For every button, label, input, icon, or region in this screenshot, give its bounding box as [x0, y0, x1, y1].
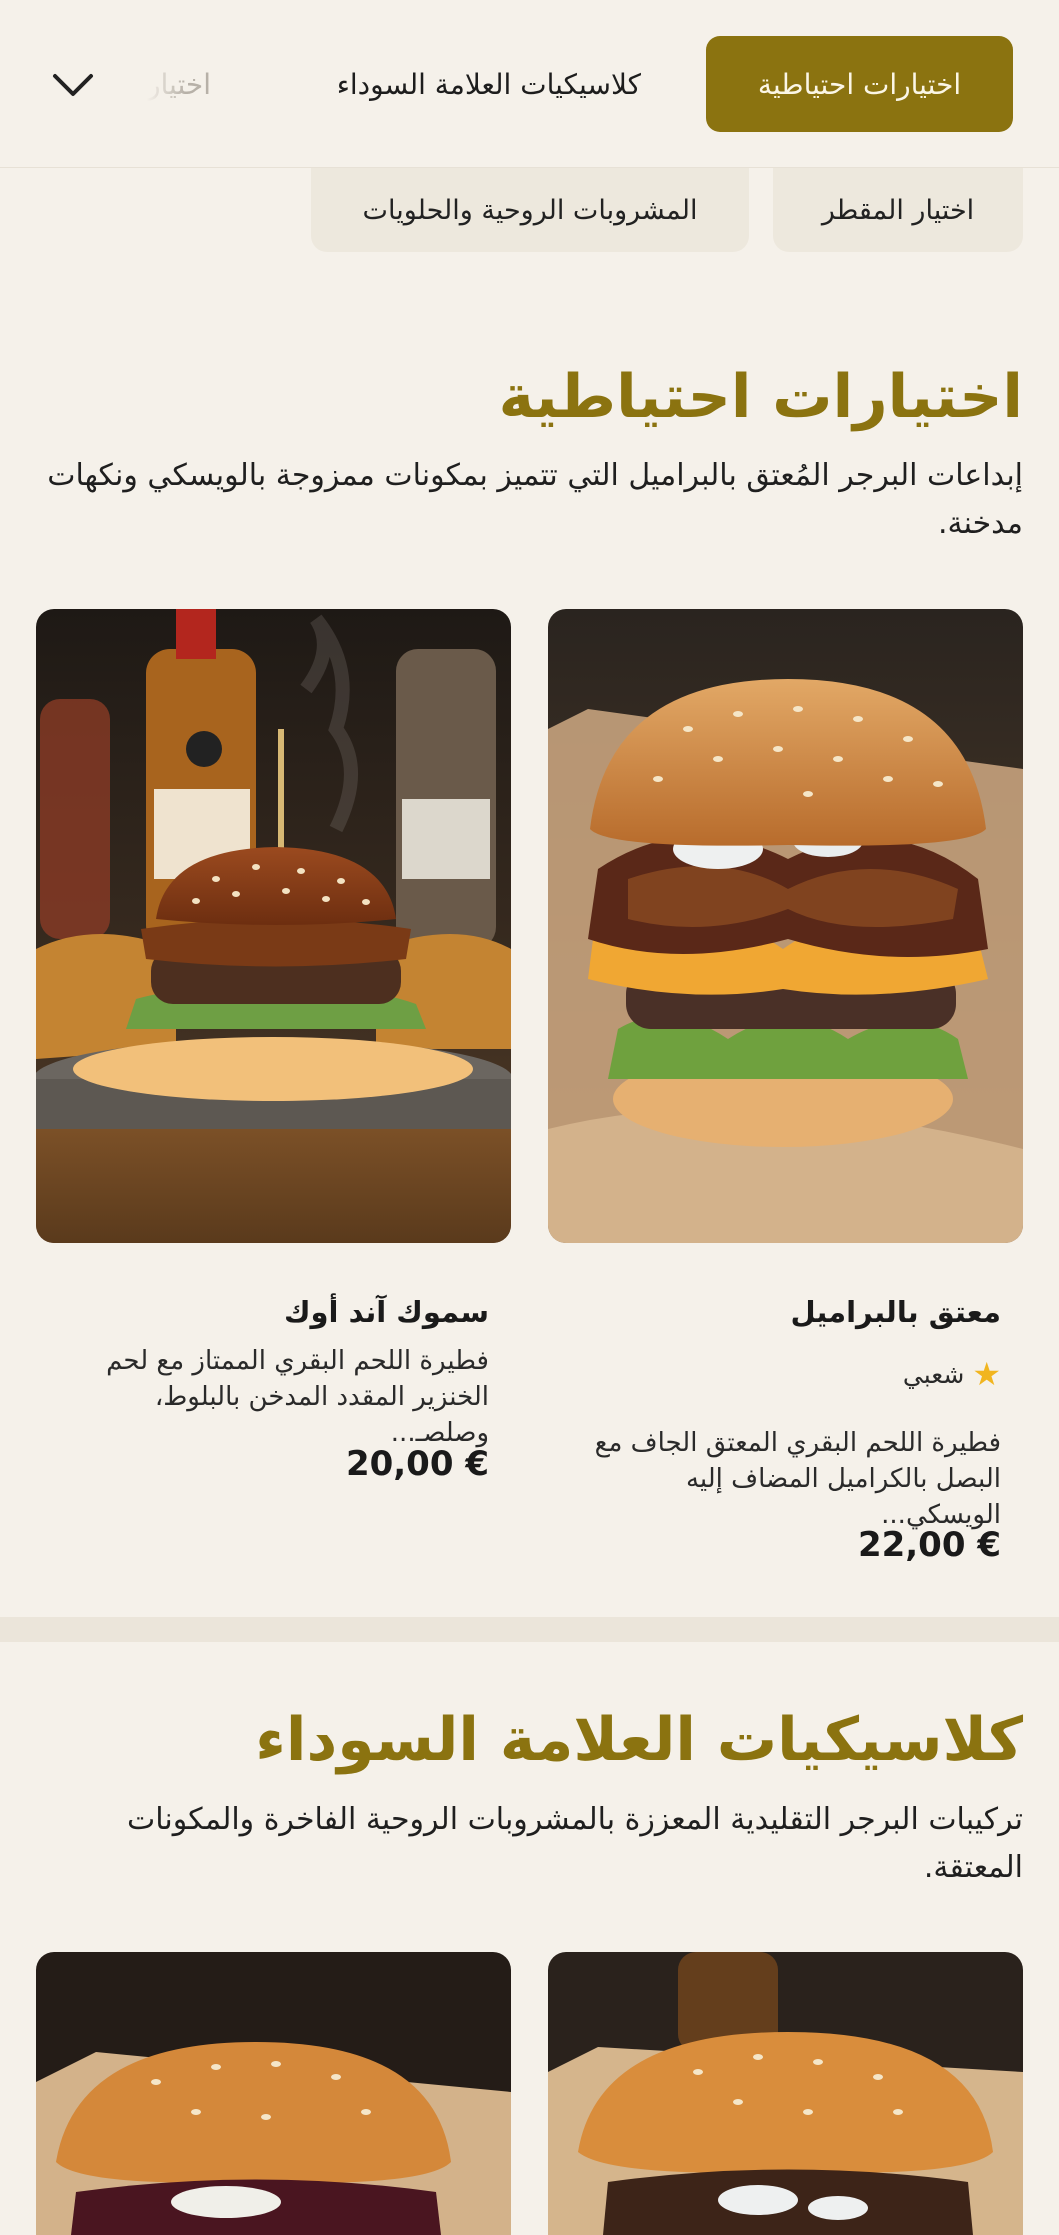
- category-tab-active[interactable]: اختيارات احتياطية: [706, 36, 1013, 132]
- category-nav: اختيارات احتياطية كلاسيكيات العلامة السو…: [0, 0, 1059, 168]
- section-title: اختيارات احتياطية: [498, 362, 1023, 432]
- star-icon: ★: [972, 1355, 1001, 1393]
- burger-photo[interactable]: [548, 609, 1023, 1243]
- category-chip[interactable]: اختيار المقطر: [773, 168, 1023, 252]
- section-description: إبداعات البرجر المُعتق بالبراميل التي تت…: [47, 458, 1023, 541]
- section-title: كلاسيكيات العلامة السوداء: [255, 1705, 1023, 1775]
- category-tab[interactable]: كلاسيكيات العلامة السوداء: [337, 36, 641, 132]
- item-description: فطيرة اللحم البقري المعتق الجاف مع البصل…: [594, 1428, 1001, 1530]
- item-description: فطيرة اللحم البقري الممتاز مع لحم الخنزي…: [106, 1346, 489, 1448]
- section-description: تركيبات البرجر التقليدية المعززة بالمشرو…: [127, 1802, 1023, 1885]
- item-price: 20,00 €: [345, 1444, 489, 1484]
- popular-badge: ★ شعبي: [903, 1355, 1001, 1393]
- category-tab[interactable]: اختيار: [147, 36, 211, 132]
- badge-label: شعبي: [902, 1359, 965, 1389]
- burger-photo[interactable]: [548, 1952, 1023, 2235]
- chevron-down-icon[interactable]: [48, 60, 98, 110]
- section-divider: [0, 1617, 1059, 1642]
- category-chip[interactable]: المشروبات الروحية والحلويات: [311, 168, 749, 252]
- burger-photo[interactable]: [36, 609, 511, 1243]
- burger-photo[interactable]: [36, 1952, 511, 2235]
- item-name[interactable]: سموك آند أوك: [284, 1295, 489, 1329]
- item-price: 22,00 €: [857, 1525, 1001, 1565]
- item-name[interactable]: معتق بالبراميل: [790, 1295, 1001, 1329]
